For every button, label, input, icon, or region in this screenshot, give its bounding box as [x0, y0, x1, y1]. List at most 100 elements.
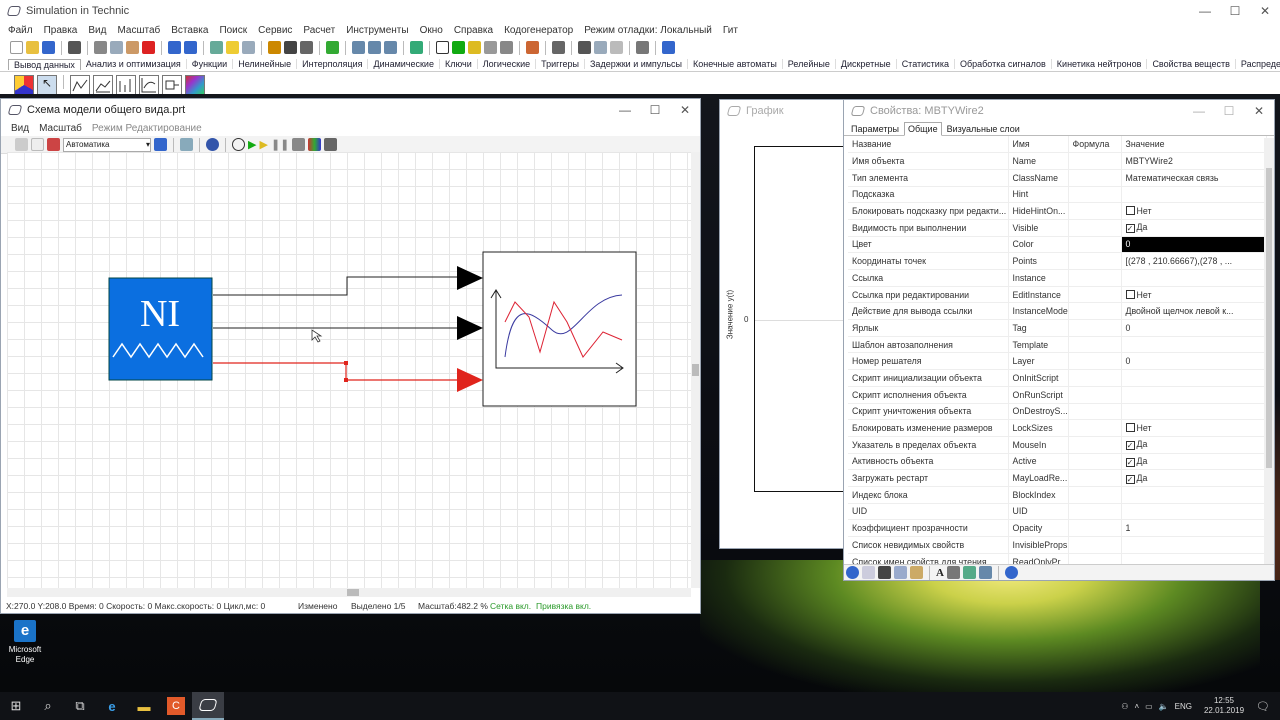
- props-maximize-icon[interactable]: ☐: [1214, 100, 1244, 122]
- props-row[interactable]: Список невидимых свойств InvisibleProps: [848, 536, 1267, 554]
- tools-icon[interactable]: [47, 138, 60, 151]
- timer-icon[interactable]: [232, 138, 245, 151]
- chevron-up-icon[interactable]: ˄: [1134, 702, 1139, 711]
- save-state-icon[interactable]: [324, 138, 338, 151]
- simintech-taskbar-icon[interactable]: [192, 692, 224, 720]
- lib-colormap-icon[interactable]: [185, 75, 205, 94]
- props-cell[interactable]: Нет: [1121, 419, 1267, 437]
- lib-tab[interactable]: Свойства веществ: [1147, 59, 1236, 69]
- props-tab[interactable]: Визуальные слои: [944, 123, 1023, 135]
- copy-icon[interactable]: [110, 41, 123, 54]
- props-row[interactable]: Шаблон автозаполнения Template: [848, 336, 1267, 354]
- lib-tab[interactable]: Интерполяция: [297, 59, 369, 69]
- task-view-icon[interactable]: ⧉: [64, 692, 96, 720]
- props-row[interactable]: Скрипт инициализации объекта OnInitScript: [848, 369, 1267, 387]
- props-cell[interactable]: MBTYWire2: [1121, 152, 1267, 170]
- maximize-icon[interactable]: ☐: [1220, 0, 1250, 22]
- props-row[interactable]: Видимость при выполнении Visible ✓ Да: [848, 219, 1267, 237]
- idea-icon[interactable]: [226, 41, 239, 54]
- people-icon[interactable]: ⚇: [1121, 702, 1128, 711]
- props-row[interactable]: Коэффициент прозрачности Opacity 1: [848, 519, 1267, 537]
- graph-plot-area[interactable]: [754, 146, 848, 492]
- redo-icon[interactable]: [184, 41, 197, 54]
- explorer-icon[interactable]: ▬: [128, 692, 160, 720]
- scheme-menu-view[interactable]: Вид: [11, 123, 29, 134]
- tools-icon[interactable]: [552, 41, 565, 54]
- props-cell[interactable]: [1121, 486, 1267, 504]
- menu-item[interactable]: Файл: [8, 25, 33, 36]
- checkbox-icon[interactable]: ✓: [1125, 224, 1135, 234]
- export-icon[interactable]: [978, 566, 992, 579]
- props-cell[interactable]: Математическая связь: [1121, 169, 1267, 187]
- scheme-maximize-icon[interactable]: ☐: [640, 99, 670, 121]
- plot-block[interactable]: [482, 251, 637, 407]
- menu-item[interactable]: Поиск: [219, 25, 247, 36]
- network-icon[interactable]: ▭: [1145, 702, 1153, 711]
- props-cell[interactable]: ✓ Да: [1121, 436, 1267, 454]
- props-row[interactable]: Имя объекта Name MBTYWire2: [848, 152, 1267, 170]
- props-row[interactable]: Загружать рестарт MayLoadRe... ✓ Да: [848, 469, 1267, 487]
- compile-icon[interactable]: [242, 41, 255, 54]
- menu-item[interactable]: Расчет: [303, 25, 335, 36]
- props-cell[interactable]: [1121, 336, 1267, 354]
- menu-item[interactable]: Вид: [88, 25, 106, 36]
- zoom-out-icon[interactable]: [368, 41, 381, 54]
- paste-icon[interactable]: [126, 41, 139, 54]
- save-icon[interactable]: [42, 41, 55, 54]
- props-close-icon[interactable]: ✕: [1244, 100, 1274, 122]
- table-icon[interactable]: [594, 41, 607, 54]
- props-cell[interactable]: Двойной щелчок левой к...: [1121, 302, 1267, 321]
- props-tab[interactable]: Общие: [903, 122, 942, 136]
- props-row[interactable]: Номер решателя Layer 0: [848, 352, 1267, 371]
- lib-tab[interactable]: Обработка сигналов: [955, 59, 1052, 69]
- monitor-icon[interactable]: [578, 41, 591, 54]
- checkbox-icon[interactable]: [1125, 423, 1135, 433]
- props-cell[interactable]: [1121, 269, 1267, 287]
- lib-tab[interactable]: Задержки и импульсы: [585, 59, 689, 69]
- scheme-close-icon[interactable]: ✕: [670, 99, 700, 121]
- edge-taskbar-icon[interactable]: e: [96, 692, 128, 720]
- props-row[interactable]: Действие для вывода ссылки InstanceMode Дв…: [848, 302, 1267, 321]
- lib-tab[interactable]: Логические: [478, 59, 537, 69]
- pause-icon[interactable]: [484, 41, 497, 54]
- props-row[interactable]: Ярлык Tag 0: [848, 319, 1267, 337]
- volume-icon[interactable]: 🔈: [1159, 702, 1169, 711]
- checkbox-icon[interactable]: ✓: [1125, 441, 1135, 451]
- pan-icon[interactable]: [410, 41, 423, 54]
- props-row[interactable]: Подсказка Hint: [848, 186, 1267, 204]
- open-icon[interactable]: [26, 41, 39, 54]
- start-icon[interactable]: ⊞: [0, 692, 32, 720]
- refresh-icon[interactable]: [1004, 566, 1018, 579]
- align-icon[interactable]: [154, 138, 167, 151]
- wire-selected[interactable]: [213, 362, 457, 381]
- lib-output-icon[interactable]: [162, 75, 182, 94]
- props-row[interactable]: Блокировать подсказку при редакти... Hide…: [848, 202, 1267, 220]
- menu-item[interactable]: Правка: [44, 25, 78, 36]
- menu-item[interactable]: Режим отладки: Локальный: [584, 25, 712, 36]
- menu-item[interactable]: Сервис: [258, 25, 292, 36]
- menu-item[interactable]: Гит: [723, 25, 738, 36]
- menu-item[interactable]: Инструменты: [346, 25, 408, 36]
- props-cell[interactable]: 0: [1121, 319, 1267, 337]
- props-cell[interactable]: [(278 , 210.66667),(278 , ...: [1121, 252, 1267, 270]
- props-row[interactable]: Координаты точек Points [(278 , 210.66667)…: [848, 252, 1267, 270]
- props-cell[interactable]: [1121, 536, 1267, 554]
- lib-tab[interactable]: Динамические: [368, 59, 440, 69]
- lib-tab[interactable]: Релейные: [783, 59, 836, 69]
- check-icon[interactable]: [268, 41, 281, 54]
- props-tab[interactable]: Параметры: [848, 123, 902, 135]
- lib-xy-graph-icon[interactable]: [139, 75, 159, 94]
- lib-pointer-icon[interactable]: ↖: [37, 75, 57, 94]
- search-icon[interactable]: ⌕: [32, 692, 64, 720]
- props-cell[interactable]: [1121, 186, 1267, 204]
- cut-icon[interactable]: [94, 41, 107, 54]
- lib-tab[interactable]: Дискретные: [836, 59, 897, 69]
- chart-icon[interactable]: [526, 41, 539, 54]
- help-icon[interactable]: [662, 41, 675, 54]
- find-icon[interactable]: [894, 566, 907, 579]
- filter-icon[interactable]: [910, 566, 923, 579]
- lib-tab[interactable]: Триггеры: [536, 59, 585, 69]
- edit-icon[interactable]: [946, 566, 960, 579]
- props-row[interactable]: Тип элемента ClassName Математическая связ…: [848, 169, 1267, 187]
- scheme-vscroll[interactable]: [691, 152, 700, 588]
